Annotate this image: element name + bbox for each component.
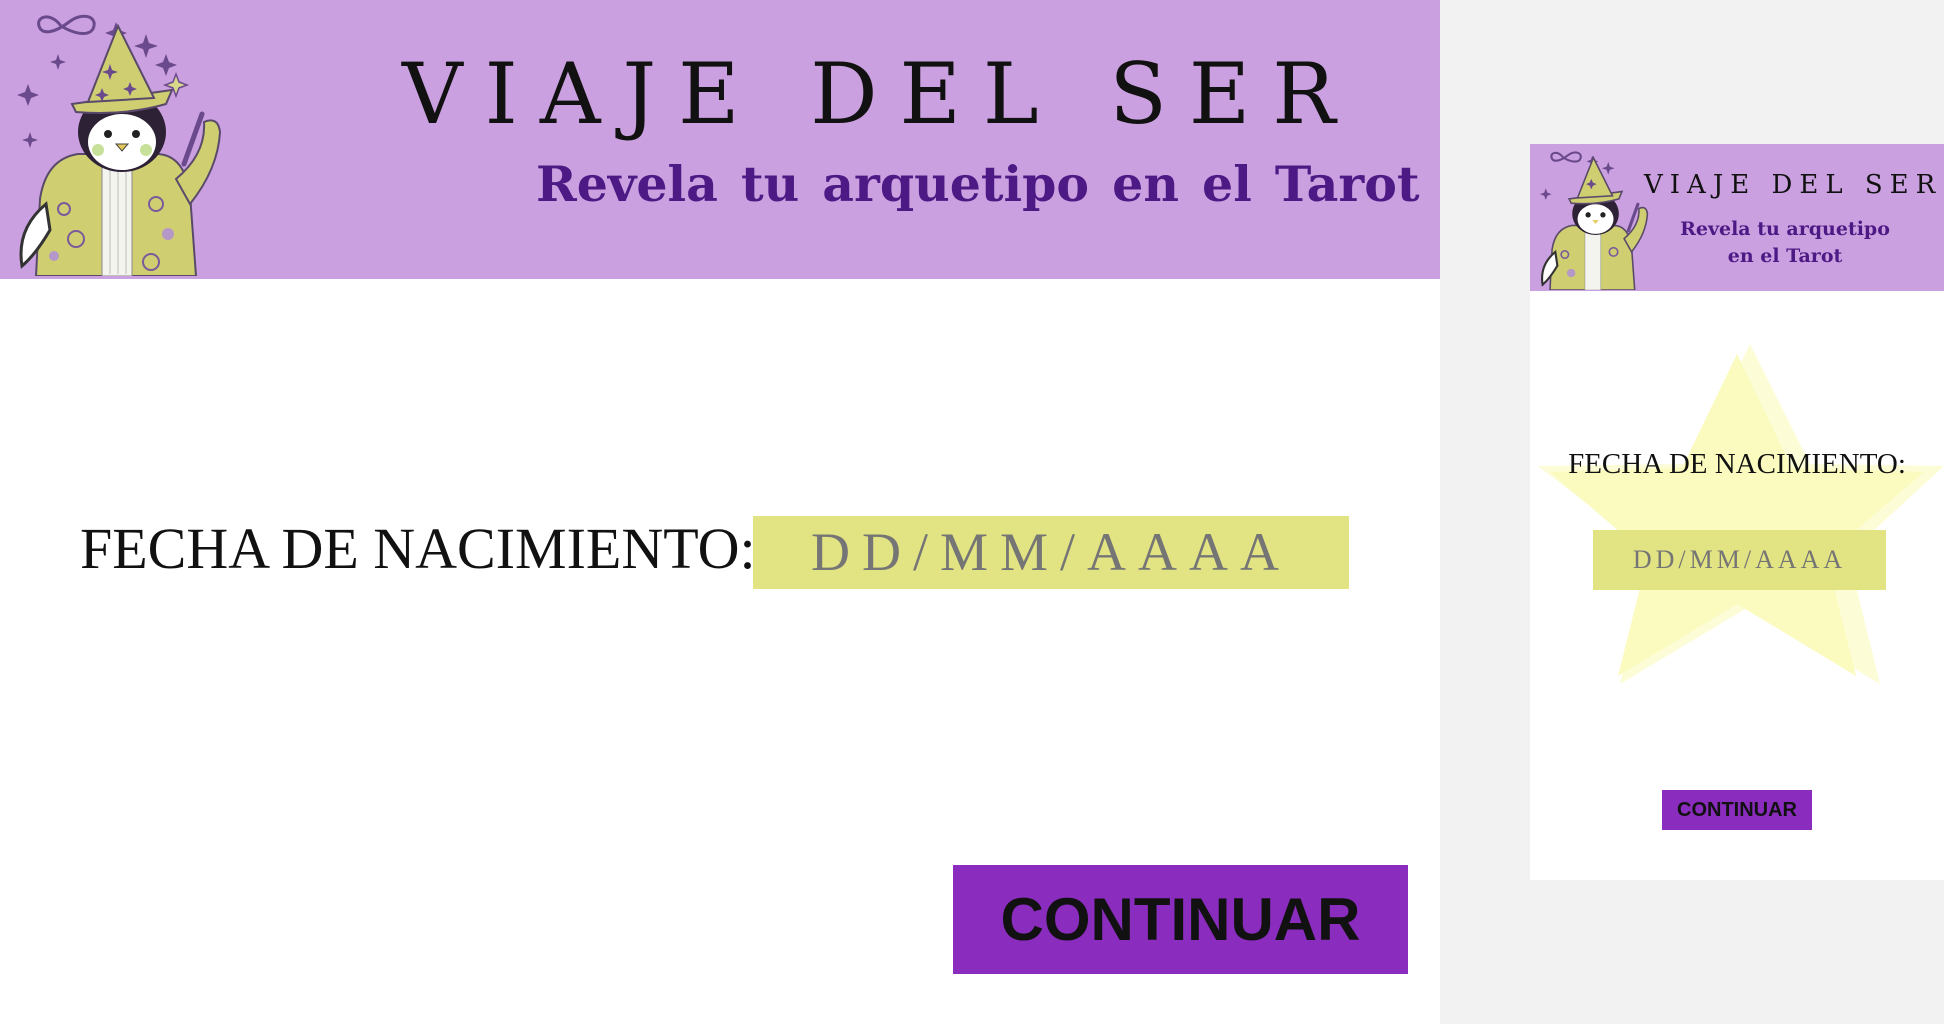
star-icon bbox=[134, 34, 158, 58]
wizard-penguin-mascot bbox=[1539, 151, 1649, 290]
mobile-site-subtitle: Revela tu arquetipo en el Tarot bbox=[1670, 216, 1900, 270]
mobile-frame: VIAJE DEL SER Revela tu arquetipo en el … bbox=[1530, 144, 1944, 880]
birthdate-label: FECHA DE NACIMIENTO: bbox=[80, 516, 756, 581]
star-icon bbox=[1539, 188, 1552, 200]
desktop-frame: VIAJE DEL SER Revela tu arquetipo en el … bbox=[0, 0, 1440, 1024]
mobile-header-banner: VIAJE DEL SER Revela tu arquetipo en el … bbox=[1530, 144, 1944, 291]
star-icon bbox=[17, 84, 39, 106]
star-icon bbox=[1601, 161, 1615, 175]
infinity-icon bbox=[1550, 151, 1582, 163]
site-subtitle: Revela tu arquetipo en el Tarot bbox=[536, 155, 1420, 213]
continue-button[interactable]: CONTINUAR bbox=[953, 865, 1408, 974]
star-icon bbox=[155, 54, 177, 76]
wizard-penguin-mascot bbox=[17, 14, 222, 276]
header-banner: VIAJE DEL SER Revela tu arquetipo en el … bbox=[0, 0, 1440, 279]
infinity-icon bbox=[37, 14, 96, 35]
star-icon bbox=[22, 132, 38, 148]
mobile-birthdate-input[interactable] bbox=[1593, 530, 1886, 590]
mobile-site-title: VIAJE DEL SER bbox=[1644, 170, 1943, 200]
mobile-continue-button[interactable]: CONTINUAR bbox=[1662, 790, 1812, 830]
mobile-birthdate-label: FECHA DE NACIMIENTO: bbox=[1568, 448, 1906, 480]
mobile-subtitle-line: Revela tu arquetipo bbox=[1680, 218, 1890, 240]
birthdate-input[interactable] bbox=[753, 516, 1349, 589]
star-icon bbox=[50, 54, 66, 70]
mobile-subtitle-line: en el Tarot bbox=[1727, 245, 1843, 267]
site-title: VIAJE DEL SER bbox=[402, 45, 1358, 143]
